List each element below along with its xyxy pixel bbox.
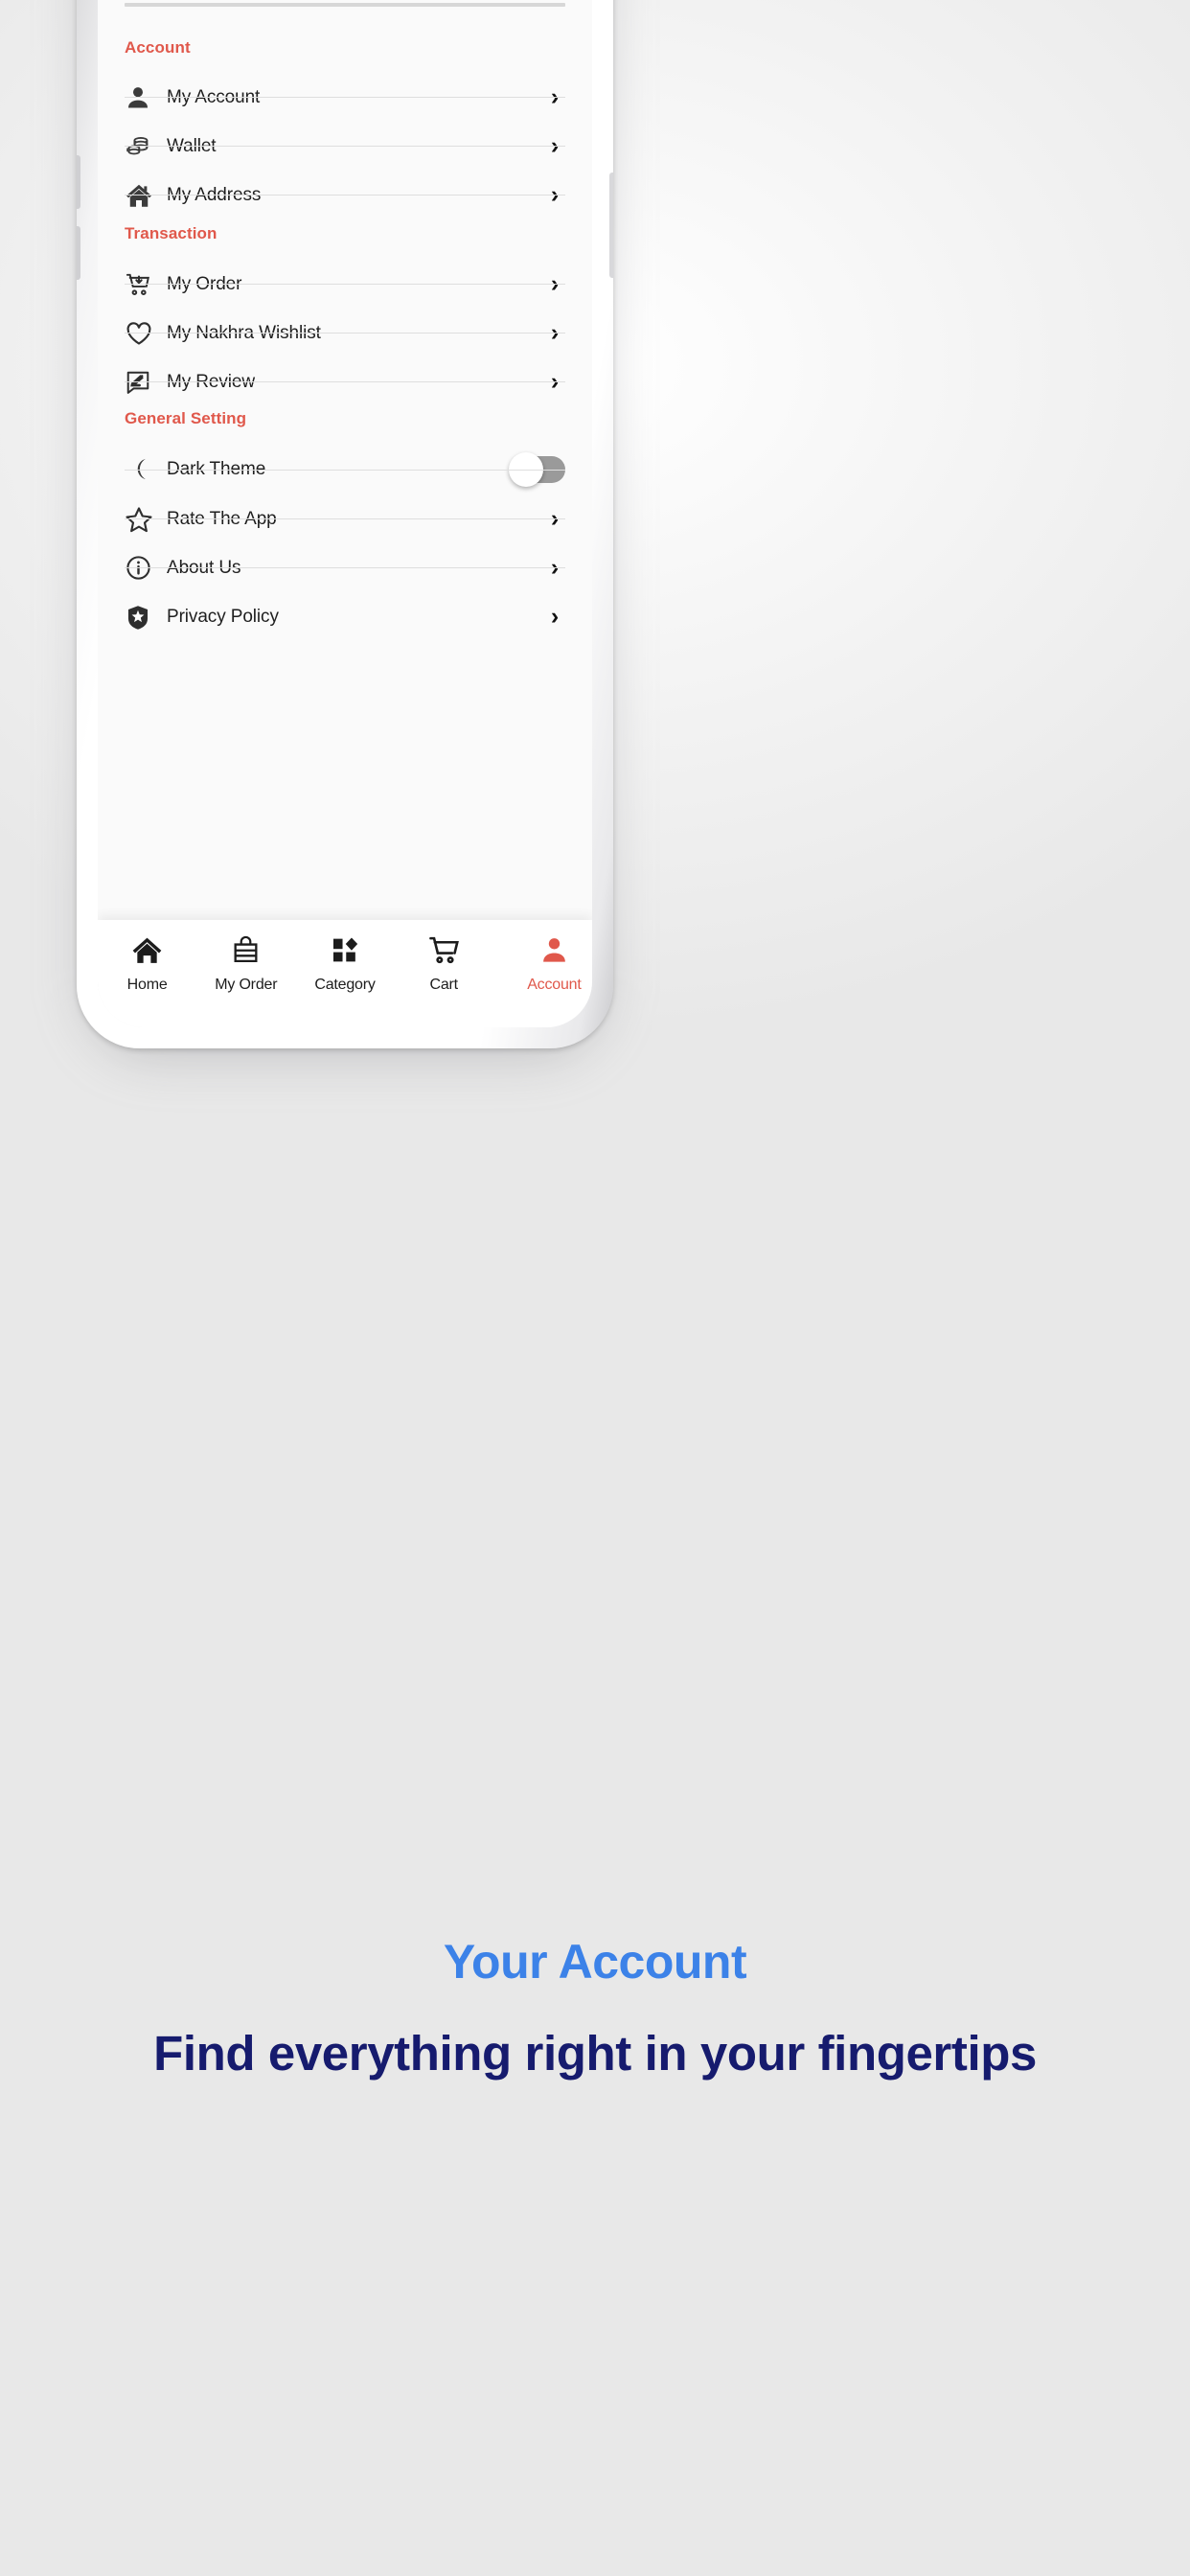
cart-icon [428, 932, 460, 968]
promo-caption: Your Account Find everything right in yo… [0, 1934, 1190, 2085]
phone-mockup: My Account Hello, Jhon ! Welcome back Ac… [77, 0, 613, 1064]
grid-diamond-icon [331, 932, 360, 968]
nav-item-cart[interactable]: Cart [395, 932, 493, 994]
nav-item-account[interactable]: Account [505, 932, 592, 994]
nav-item-label: My Order [215, 977, 278, 993]
power-button[interactable] [609, 172, 613, 278]
row-divider [125, 470, 565, 471]
section-separator [125, 3, 565, 7]
nav-item-home[interactable]: Home [98, 932, 196, 994]
row-divider [125, 518, 565, 519]
nav-item-category[interactable]: Category [295, 932, 394, 994]
home-icon [131, 932, 163, 968]
caption-subline: Find everything right in your fingertips [153, 2026, 1037, 2081]
caption-headline: Your Account [443, 1935, 747, 1989]
phone-screen: My Account Hello, Jhon ! Welcome back Ac… [98, 0, 592, 1027]
menu-item-label: Privacy Policy [167, 606, 279, 627]
section-heading-account: Account [125, 38, 191, 57]
shield-star-icon [125, 601, 167, 633]
nav-item-label: Account [527, 977, 582, 993]
volume-down-button[interactable] [77, 226, 80, 280]
nav-item-label: Cart [429, 977, 458, 993]
bottom-navigation-bar: Home My Order Category Cart Account [98, 920, 592, 1027]
nav-item-label: Category [314, 977, 376, 993]
chevron-right-icon: › [550, 603, 560, 630]
volume-up-button[interactable] [77, 155, 80, 209]
row-divider [125, 567, 565, 568]
menu-item-privacy-policy[interactable]: Privacy Policy › [125, 583, 565, 651]
row-divider [125, 146, 565, 147]
row-divider [125, 284, 565, 285]
row-divider [125, 195, 565, 196]
row-divider [125, 381, 565, 382]
person-icon [539, 932, 569, 968]
nav-item-label: Home [126, 977, 168, 993]
row-divider [125, 97, 565, 98]
nav-item-my-order[interactable]: My Order [196, 932, 295, 994]
phone-body: My Account Hello, Jhon ! Welcome back Ac… [77, 0, 613, 1048]
account-screen: My Account Hello, Jhon ! Welcome back Ac… [98, 0, 592, 1027]
bag-icon [231, 932, 261, 968]
row-divider [125, 333, 565, 334]
section-heading-general-setting: General Setting [125, 409, 247, 427]
section-heading-transaction: Transaction [125, 224, 217, 242]
